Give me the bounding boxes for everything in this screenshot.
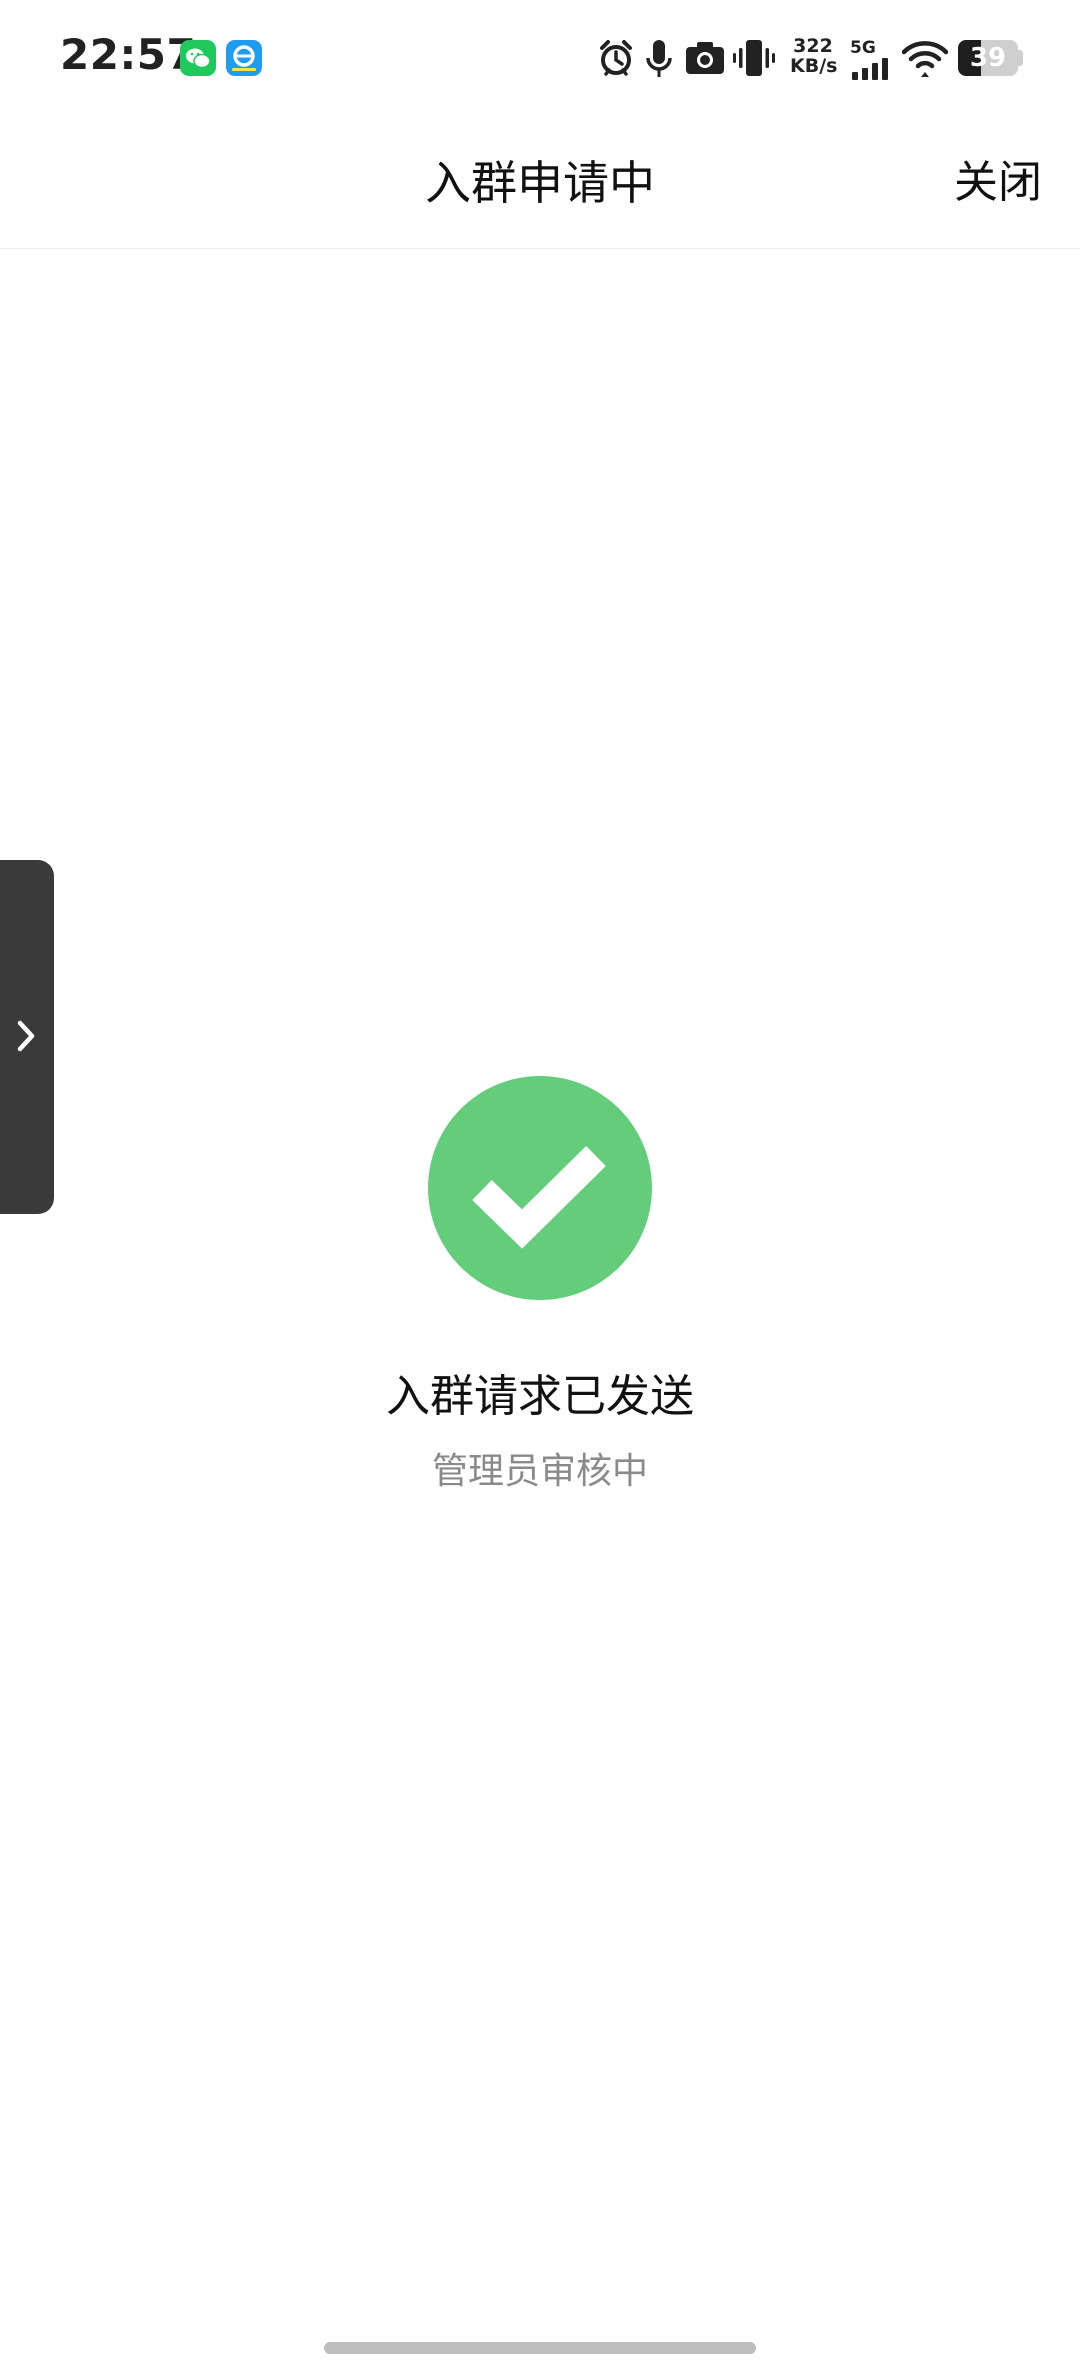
- battery-level: 39: [969, 43, 1007, 73]
- page-title: 入群申请中: [425, 156, 655, 210]
- wechat-icon: [180, 40, 216, 76]
- nav-bar: 入群申请中 关闭: [0, 118, 1080, 249]
- side-expand-tab[interactable]: [0, 860, 54, 1214]
- network-type: 5G: [850, 38, 876, 58]
- close-button[interactable]: 关闭: [954, 118, 1042, 248]
- wifi-icon: [902, 41, 948, 77]
- battery-tip: [1018, 50, 1023, 66]
- status-time: 22:57: [60, 30, 197, 79]
- check-icon: [472, 1146, 606, 1249]
- camera-icon: [686, 42, 724, 74]
- signal-icon: [852, 58, 888, 80]
- alarm-icon: [600, 40, 632, 76]
- status-bar: 22:57 322 KB/s 5G 39: [0, 0, 1080, 118]
- result-title: 入群请求已发送: [386, 1371, 694, 1422]
- battery-icon: 39: [958, 40, 1018, 76]
- success-icon: [428, 1076, 652, 1300]
- network-speed-value: 322: [793, 35, 833, 57]
- network-speed: 322 KB/s: [790, 35, 838, 77]
- vibrate-icon: [733, 40, 775, 76]
- home-indicator[interactable]: [324, 2342, 756, 2354]
- network-speed-unit: KB/s: [790, 55, 838, 77]
- microphone-icon: [646, 40, 672, 77]
- chevron-right-icon: [17, 1020, 35, 1052]
- result-subtitle: 管理员审核中: [431, 1451, 648, 1492]
- eleme-icon: [226, 40, 262, 76]
